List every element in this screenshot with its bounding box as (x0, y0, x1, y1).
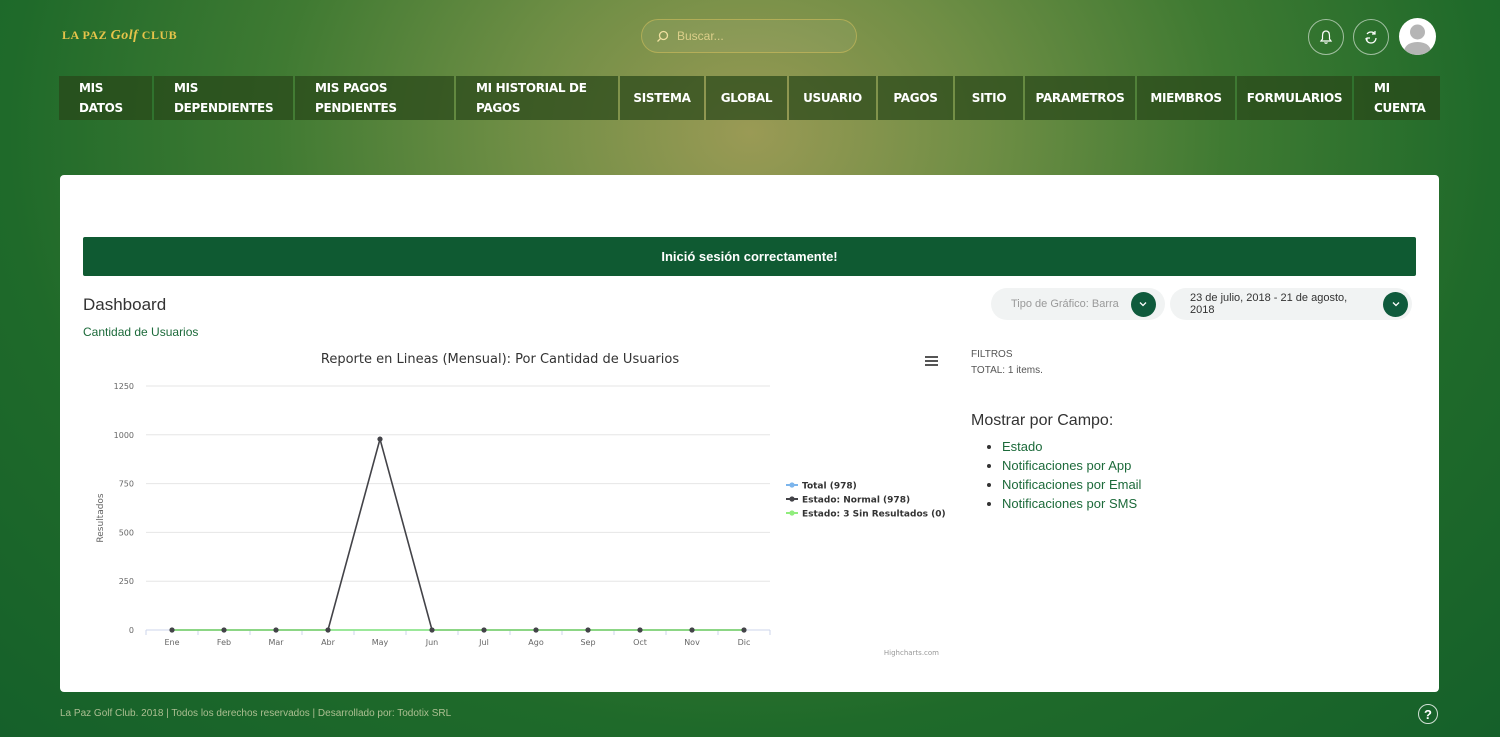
line-chart: 0 250 500 750 1000 1250 Ene Feb Mar Abr May Jun Jul A… (83, 343, 963, 663)
alert-message: Inició sesión correctamente! (661, 249, 838, 264)
date-range-label: 23 de julio, 2018 - 21 de agosto, 2018 (1190, 292, 1348, 316)
chart-credits: Highcharts.com (884, 649, 939, 657)
nav-miembros[interactable]: MIEMBROS (1137, 76, 1235, 120)
data-point[interactable] (585, 627, 591, 633)
series-line (172, 436, 744, 631)
notifications-button[interactable] (1308, 19, 1344, 55)
x-tick-label: Feb (217, 638, 231, 647)
legend-marker (789, 510, 795, 516)
chart-type-label: Tipo de Gráfico: Barra (1011, 298, 1119, 310)
nav-usuario[interactable]: USUARIO (789, 76, 876, 120)
logo-text-script: Golf (110, 28, 139, 43)
data-point[interactable] (273, 627, 279, 633)
data-point[interactable] (637, 627, 643, 633)
x-tick-label: Oct (633, 638, 647, 647)
chart-y-axis-label: Resultados (96, 493, 106, 543)
filters-title: FILTROS (971, 349, 1013, 360)
chart-title: Reporte en Lineas (Mensual): Por Cantida… (321, 352, 679, 367)
page-title: Dashboard (83, 295, 167, 314)
data-point[interactable] (325, 627, 331, 633)
chart-type-selector[interactable]: Tipo de Gráfico: Barra (991, 288, 1165, 320)
x-tick-label: Ago (528, 638, 544, 647)
date-range-selector[interactable]: 23 de julio, 2018 - 21 de agosto, 2018 (1170, 288, 1412, 320)
legend-marker (789, 496, 795, 502)
nav-formularios[interactable]: FORMULARIOS (1237, 76, 1352, 120)
bell-icon (1319, 30, 1333, 44)
data-point[interactable] (533, 627, 539, 633)
help-icon[interactable]: ? (1418, 704, 1438, 724)
data-point[interactable] (221, 627, 227, 633)
legend-item[interactable]: Estado: 3 Sin Resultados (0) (802, 510, 946, 520)
legend-item[interactable]: Total (978) (802, 482, 857, 492)
y-tick-label: 1250 (114, 382, 134, 391)
field-link[interactable]: Notificaciones por SMS (1002, 494, 1141, 513)
data-point[interactable] (169, 627, 175, 633)
user-avatar[interactable] (1399, 18, 1436, 55)
chevron-down-icon[interactable] (1130, 291, 1156, 317)
nav-sistema[interactable]: SISTEMA (620, 76, 704, 120)
refresh-icon (1365, 31, 1377, 44)
filters-total: TOTAL: 1 items. (971, 365, 1043, 376)
x-tick-label: Sep (580, 638, 595, 647)
data-point[interactable] (741, 627, 747, 633)
y-tick-label: 1000 (114, 431, 134, 440)
y-tick-label: 250 (119, 577, 134, 586)
y-tick-label: 500 (119, 528, 134, 537)
data-point[interactable] (689, 627, 695, 633)
nav-global[interactable]: GLOBAL (706, 76, 787, 120)
data-point[interactable] (481, 627, 487, 633)
nav-mis-dependientes[interactable]: MIS DEPENDIENTES (154, 76, 293, 120)
legend-item[interactable]: Estado: Normal (978) (802, 496, 910, 506)
footer-text: La Paz Golf Club. 2018 | Todos los derec… (60, 708, 452, 719)
data-point[interactable] (377, 436, 383, 442)
chart-svg: 0 250 500 750 1000 1250 Ene Feb Mar Abr May Jun Jul A… (96, 352, 946, 657)
main-panel: Inició sesión correctamente! Dashboard C… (60, 175, 1439, 692)
dashboard-subtitle: Cantidad de Usuarios (83, 325, 199, 339)
chart-menu-icon[interactable] (925, 356, 938, 366)
search-icon (657, 30, 669, 42)
nav-pagos[interactable]: PAGOS (878, 76, 953, 120)
y-tick-label: 0 (129, 626, 134, 635)
user-silhouette-icon (1403, 24, 1432, 55)
nav-mi-historial-de-pagos[interactable]: MI HISTORIAL DE PAGOS (456, 76, 618, 120)
y-tick-label: 750 (119, 480, 134, 489)
main-navigation: MIS DATOS MIS DEPENDIENTES MIS PAGOS PENDI… (59, 76, 1440, 120)
x-tick-label: Dic (738, 638, 751, 647)
data-point[interactable] (429, 627, 435, 633)
fields-list: EstadoNotificaciones por AppNotificacion… (1002, 437, 1141, 513)
field-link[interactable]: Estado (1002, 437, 1141, 456)
search-input[interactable] (677, 29, 837, 43)
success-alert: Inició sesión correctamente! (83, 237, 1416, 276)
x-tick-label: Ene (164, 638, 179, 647)
refresh-button[interactable] (1353, 19, 1389, 55)
x-tick-label: Mar (268, 638, 284, 647)
logo-text-pre: LA PAZ (62, 28, 111, 42)
x-tick-label: Nov (684, 638, 700, 647)
search-box (641, 19, 857, 53)
field-link[interactable]: Notificaciones por Email (1002, 475, 1141, 494)
x-tick-label: Abr (321, 638, 336, 647)
fields-title: Mostrar por Campo: (971, 412, 1114, 429)
nav-mi-cuenta[interactable]: MI CUENTA (1354, 76, 1440, 120)
nav-sitio[interactable]: SITIO (955, 76, 1023, 120)
x-tick-label: Jul (478, 638, 489, 647)
logo-text-post: CLUB (138, 28, 178, 42)
x-tick-label: May (372, 638, 389, 647)
nav-mis-pagos-pendientes[interactable]: MIS PAGOS PENDIENTES (295, 76, 454, 120)
nav-mis-datos[interactable]: MIS DATOS (59, 76, 152, 120)
legend-marker (789, 482, 795, 488)
filters-section: FILTROS TOTAL: 1 items. (971, 347, 1043, 379)
nav-parametros[interactable]: PARAMETROS (1025, 76, 1135, 120)
logo[interactable]: LA PAZ Golf CLUB (62, 28, 177, 44)
field-link[interactable]: Notificaciones por App (1002, 456, 1141, 475)
top-bar: LA PAZ Golf CLUB (0, 0, 1500, 72)
x-tick-label: Jun (425, 638, 439, 647)
chevron-down-icon[interactable] (1383, 291, 1408, 317)
